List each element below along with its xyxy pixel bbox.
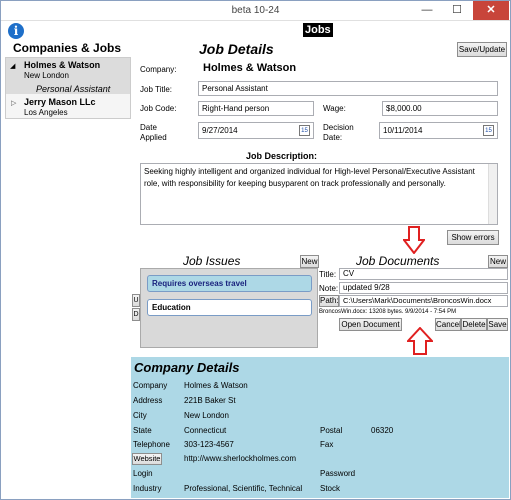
company-detail-label: Company xyxy=(133,381,168,390)
job-title-field[interactable]: Personal Assistant xyxy=(198,81,498,96)
postal-value[interactable]: 06320 xyxy=(371,426,393,435)
address-value[interactable]: 221B Baker St xyxy=(184,396,236,405)
job-code-field[interactable]: Right-Hand person xyxy=(198,101,314,116)
collapsed-arrow-icon[interactable]: ▷ xyxy=(11,99,16,107)
red-up-arrow-icon xyxy=(407,327,433,355)
password-label: Password xyxy=(320,469,356,478)
delete-button[interactable]: Delete xyxy=(461,318,487,331)
industry-label: Industry xyxy=(133,484,162,493)
wage-field[interactable]: $8,000.00 xyxy=(382,101,498,116)
calendar-icon[interactable]: 15 xyxy=(483,125,494,136)
login-label: Login xyxy=(133,469,153,478)
city-value[interactable]: New London xyxy=(184,411,229,420)
doc-note-label: Note: xyxy=(319,284,339,293)
expanded-arrow-icon[interactable]: ◢ xyxy=(10,62,15,70)
decision-date-field[interactable]: 10/11/2014 xyxy=(379,122,498,139)
date-applied-field[interactable]: 9/27/2014 xyxy=(198,122,314,139)
job-details-heading: Job Details xyxy=(199,41,274,57)
tree-item-company-city: New London xyxy=(24,71,69,80)
industry-value[interactable]: Professional, Scientific, Technical xyxy=(184,484,302,493)
decision-date-label-line2: Date: xyxy=(323,133,343,142)
move-down-button[interactable]: D xyxy=(132,308,140,321)
job-description-text: Seeking highly intelligent and organized… xyxy=(144,167,475,188)
close-button[interactable]: ✕ xyxy=(473,1,509,20)
doc-file-info: BroncosWin.docx: 13208 bytes. 9/9/2014 -… xyxy=(319,309,457,315)
page-title: Jobs xyxy=(303,23,333,37)
path-button[interactable]: Path: xyxy=(319,295,339,307)
company-value: Holmes & Watson xyxy=(203,62,297,74)
title-bar: beta 10-24 — ☐ ✕ xyxy=(1,1,510,21)
cancel-button[interactable]: Cancel xyxy=(435,318,461,331)
company-label: Company: xyxy=(140,65,177,74)
date-applied-label-line2: Applied xyxy=(140,133,167,142)
telephone-value[interactable]: 303-123-4567 xyxy=(184,440,234,449)
issues-list[interactable]: Requires overseas travel Education xyxy=(140,268,318,348)
open-document-button[interactable]: Open Document xyxy=(339,318,402,331)
description-scrollbar[interactable] xyxy=(488,164,497,224)
calendar-icon[interactable]: 15 xyxy=(299,125,310,136)
wage-label: Wage: xyxy=(323,104,346,113)
tree-item-job[interactable]: Personal Assistant xyxy=(36,84,110,94)
maximize-button[interactable]: ☐ xyxy=(443,1,471,20)
companies-tree[interactable]: ◢ Holmes & Watson New London Personal As… xyxy=(5,57,131,119)
save-update-button[interactable]: Save/Update xyxy=(457,42,507,57)
website-button[interactable]: Website xyxy=(132,453,162,465)
show-errors-button[interactable]: Show errors xyxy=(447,230,499,245)
address-label: Address xyxy=(133,396,163,405)
move-up-button[interactable]: U xyxy=(132,294,140,307)
website-value[interactable]: http://www.sherlockholmes.com xyxy=(184,454,296,463)
doc-title-label: Title: xyxy=(319,270,337,279)
job-issues-heading: Job Issues xyxy=(183,254,241,268)
company-details-heading: Company Details xyxy=(134,360,240,375)
new-issue-button[interactable]: New xyxy=(300,255,319,268)
fax-label: Fax xyxy=(320,440,334,449)
tree-item-company-name[interactable]: Jerry Mason LLc xyxy=(24,97,96,107)
city-label: City xyxy=(133,411,147,420)
state-value[interactable]: Connecticut xyxy=(184,426,226,435)
tree-item-company-city: Los Angeles xyxy=(24,108,68,117)
list-item[interactable]: Requires overseas travel xyxy=(147,275,312,292)
job-documents-heading: Job Documents xyxy=(356,254,440,268)
app-window: beta 10-24 — ☐ ✕ i Jobs Companies & Jobs… xyxy=(0,0,511,500)
companies-heading: Companies & Jobs xyxy=(13,41,122,55)
new-document-button[interactable]: New xyxy=(488,255,508,268)
decision-date-label-line1: Decision xyxy=(323,123,354,132)
job-description-label: Job Description: xyxy=(246,151,318,161)
company-details-panel: Company Details Company Holmes & Watson … xyxy=(131,357,509,498)
job-description-field[interactable]: Seeking highly intelligent and organized… xyxy=(140,163,498,225)
telephone-label: Telephone xyxy=(133,440,170,449)
tree-item-company-name[interactable]: Holmes & Watson xyxy=(24,60,100,70)
doc-note-field[interactable]: updated 9/28 xyxy=(339,282,508,294)
list-item[interactable]: Education xyxy=(147,299,312,316)
info-icon[interactable]: i xyxy=(8,23,24,39)
job-code-label: Job Code: xyxy=(140,104,177,113)
stock-label: Stock xyxy=(320,484,341,493)
date-applied-label-line1: Date xyxy=(140,123,157,132)
job-title-label: Job Title: xyxy=(140,85,173,94)
save-document-button[interactable]: Save xyxy=(487,318,508,331)
postal-label: Postal xyxy=(320,426,343,435)
state-label: State xyxy=(133,426,152,435)
doc-path-field[interactable]: C:\Users\Mark\Documents\BroncosWin.docx xyxy=(339,295,508,307)
company-detail-value[interactable]: Holmes & Watson xyxy=(184,381,248,390)
red-down-arrow-icon xyxy=(403,226,425,254)
doc-title-field[interactable]: CV xyxy=(339,268,508,280)
minimize-button[interactable]: — xyxy=(413,1,441,20)
